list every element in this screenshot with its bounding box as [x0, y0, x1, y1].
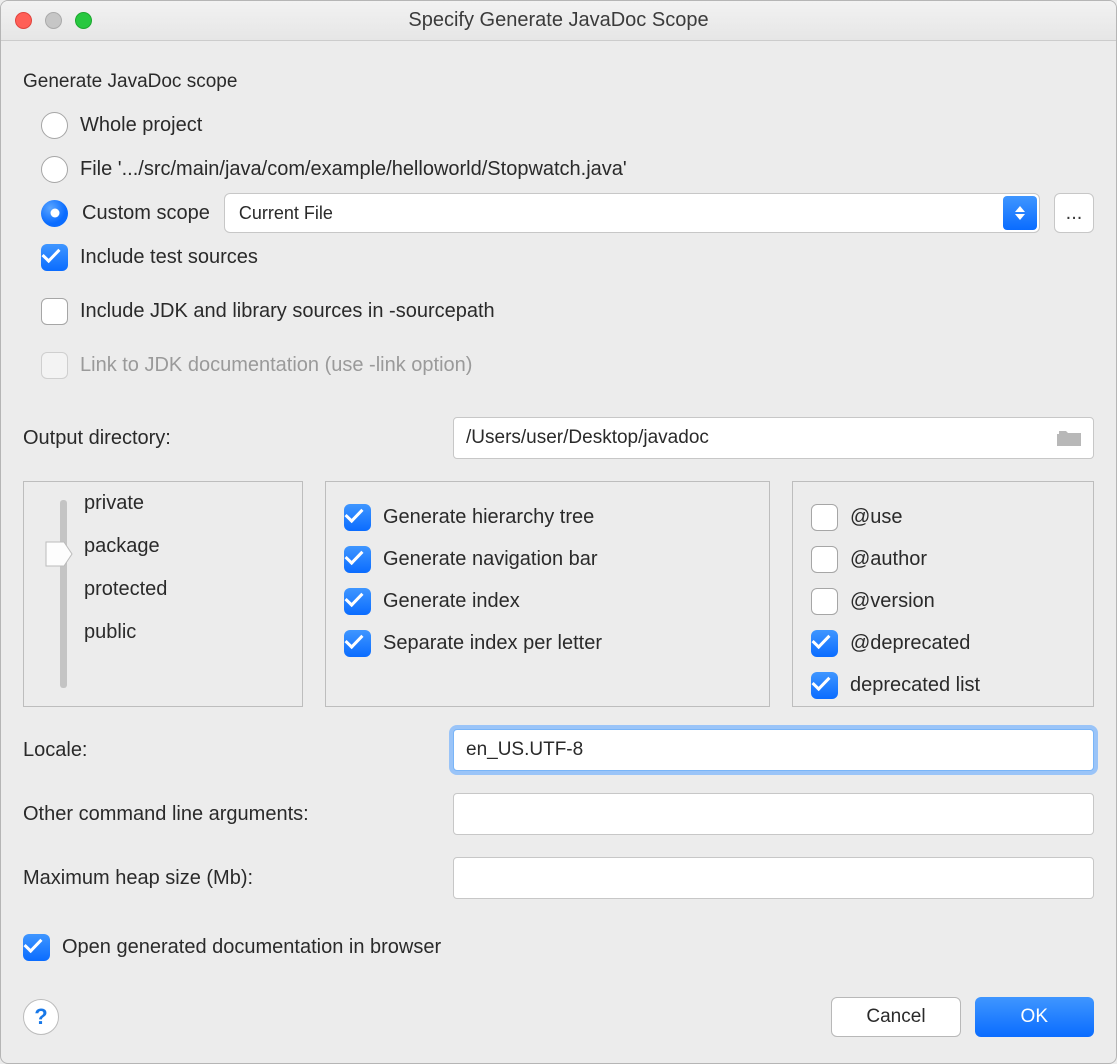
radio-file[interactable]: [41, 156, 68, 183]
checkbox-tag-deprecated-list[interactable]: [811, 672, 838, 699]
label-gen-nav: Generate navigation bar: [383, 548, 598, 571]
vis-public[interactable]: public: [84, 621, 167, 644]
radio-label-file: File '.../src/main/java/com/example/hell…: [80, 158, 627, 181]
visibility-panel: private package protected public: [23, 481, 303, 707]
dialog-actions: Cancel OK: [831, 997, 1094, 1037]
label-include-test: Include test sources: [80, 246, 258, 269]
radio-row-file[interactable]: File '.../src/main/java/com/example/hell…: [41, 147, 1094, 191]
locale-value: en_US.UTF-8: [466, 739, 583, 761]
label-tag-version: @version: [850, 590, 935, 613]
output-dir-input[interactable]: /Users/user/Desktop/javadoc: [453, 417, 1094, 459]
locale-input[interactable]: en_US.UTF-8: [453, 729, 1094, 771]
vis-package[interactable]: package: [84, 535, 167, 558]
tags-panel: @use @author @version @deprecated deprec…: [792, 481, 1094, 707]
scope-fieldset: Generate JavaDoc scope Whole project Fil…: [23, 85, 1094, 387]
row-gen-nav[interactable]: Generate navigation bar: [344, 538, 751, 580]
label-include-jdk: Include JDK and library sources in -sour…: [80, 300, 495, 323]
radio-whole-project[interactable]: [41, 112, 68, 139]
row-gen-index[interactable]: Generate index: [344, 580, 751, 622]
custom-scope-more-button[interactable]: ...: [1054, 193, 1094, 233]
checkbox-tag-deprecated[interactable]: [811, 630, 838, 657]
locale-label: Locale:: [23, 739, 433, 762]
row-tag-deprecated[interactable]: @deprecated: [811, 622, 1075, 664]
label-gen-index: Generate index: [383, 590, 520, 613]
label-tag-deprecated: @deprecated: [850, 632, 970, 655]
label-tag-use: @use: [850, 506, 903, 529]
checkbox-tag-version[interactable]: [811, 588, 838, 615]
vis-private[interactable]: private: [84, 492, 167, 515]
label-link-jdk: Link to JDK documentation (use -link opt…: [80, 354, 472, 377]
visibility-slider-thumb[interactable]: [44, 540, 74, 568]
row-include-test[interactable]: Include test sources: [41, 235, 1094, 279]
heap-label: Maximum heap size (Mb):: [23, 867, 433, 890]
checkbox-open-browser[interactable]: [23, 934, 50, 961]
row-tag-use[interactable]: @use: [811, 496, 1075, 538]
generate-options-panel: Generate hierarchy tree Generate navigat…: [325, 481, 770, 707]
output-dir-value: /Users/user/Desktop/javadoc: [466, 427, 709, 449]
label-tag-deprecated-list: deprecated list: [850, 674, 980, 697]
custom-scope-value: Current File: [239, 203, 333, 224]
output-dir-label: Output directory:: [23, 427, 433, 450]
label-open-browser: Open generated documentation in browser: [62, 936, 441, 959]
visibility-slider-track[interactable]: [60, 500, 67, 688]
row-link-jdk: Link to JDK documentation (use -link opt…: [41, 343, 1094, 387]
other-args-label: Other command line arguments:: [23, 803, 433, 826]
cancel-button[interactable]: Cancel: [831, 997, 960, 1037]
label-tag-author: @author: [850, 548, 927, 571]
ellipsis-icon: ...: [1066, 202, 1083, 225]
checkbox-tag-author[interactable]: [811, 546, 838, 573]
radio-custom-scope[interactable]: [41, 200, 68, 227]
help-button[interactable]: ?: [23, 999, 59, 1035]
checkbox-gen-index[interactable]: [344, 588, 371, 615]
checkbox-link-jdk: [41, 352, 68, 379]
checkbox-tag-use[interactable]: [811, 504, 838, 531]
dialog-window: Specify Generate JavaDoc Scope Generate …: [0, 0, 1117, 1064]
titlebar: Specify Generate JavaDoc Scope: [1, 1, 1116, 41]
custom-scope-select[interactable]: Current File: [224, 193, 1040, 233]
row-include-jdk[interactable]: Include JDK and library sources in -sour…: [41, 289, 1094, 333]
checkbox-include-test[interactable]: [41, 244, 68, 271]
checkbox-include-jdk[interactable]: [41, 298, 68, 325]
radio-row-custom[interactable]: Custom scope Current File ...: [41, 191, 1094, 235]
dialog-footer: ? Cancel OK: [23, 997, 1094, 1037]
scope-legend: Generate JavaDoc scope: [23, 71, 249, 93]
radio-row-whole-project[interactable]: Whole project: [41, 103, 1094, 147]
row-sep-index[interactable]: Separate index per letter: [344, 622, 751, 664]
radio-label-whole-project: Whole project: [80, 114, 202, 137]
checkbox-sep-index[interactable]: [344, 630, 371, 657]
heap-row: Maximum heap size (Mb):: [23, 857, 1094, 899]
locale-row: Locale: en_US.UTF-8: [23, 729, 1094, 771]
row-open-browser[interactable]: Open generated documentation in browser: [23, 925, 1094, 969]
visibility-labels: private package protected public: [84, 492, 167, 644]
other-args-row: Other command line arguments:: [23, 793, 1094, 835]
options-panels: private package protected public Generat…: [23, 481, 1094, 707]
row-tag-author[interactable]: @author: [811, 538, 1075, 580]
label-sep-index: Separate index per letter: [383, 632, 602, 655]
dialog-content: Generate JavaDoc scope Whole project Fil…: [1, 41, 1116, 1055]
output-dir-row: Output directory: /Users/user/Desktop/ja…: [23, 417, 1094, 459]
vis-protected[interactable]: protected: [84, 578, 167, 601]
checkbox-gen-nav[interactable]: [344, 546, 371, 573]
heap-input[interactable]: [453, 857, 1094, 899]
row-gen-hierarchy[interactable]: Generate hierarchy tree: [344, 496, 751, 538]
checkbox-gen-hierarchy[interactable]: [344, 504, 371, 531]
ok-button[interactable]: OK: [975, 997, 1094, 1037]
row-tag-deprecated-list[interactable]: deprecated list: [811, 664, 1075, 706]
help-icon: ?: [34, 1004, 47, 1030]
label-gen-hierarchy: Generate hierarchy tree: [383, 506, 594, 529]
radio-label-custom: Custom scope: [82, 202, 210, 225]
chevron-updown-icon: [1003, 196, 1037, 230]
row-tag-version[interactable]: @version: [811, 580, 1075, 622]
folder-icon[interactable]: [1057, 428, 1083, 448]
other-args-input[interactable]: [453, 793, 1094, 835]
window-title: Specify Generate JavaDoc Scope: [1, 9, 1116, 32]
